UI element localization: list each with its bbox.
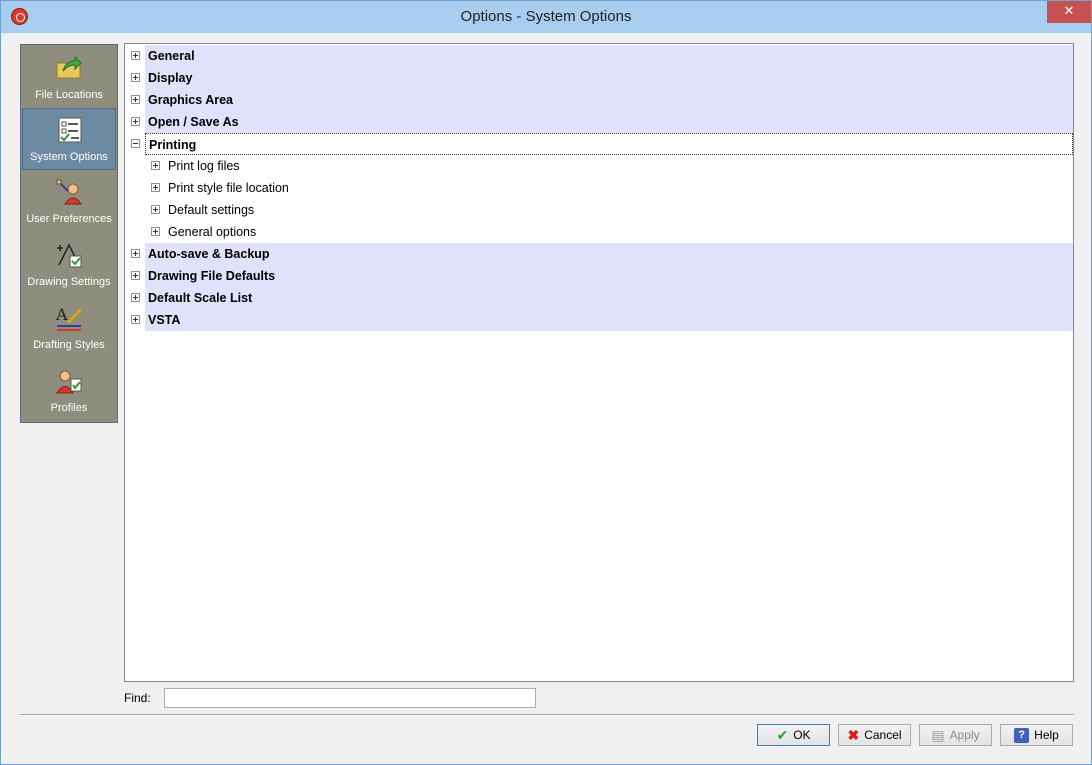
drafting-styles-icon: A — [55, 305, 83, 331]
ok-button[interactable]: ✔ OK — [757, 724, 830, 746]
separator — [20, 714, 1074, 716]
sidebar-item-system-options[interactable]: System Options — [22, 108, 116, 170]
tree-node-print-log-files[interactable]: Print log files — [165, 155, 565, 177]
profiles-icon — [56, 370, 82, 394]
sidebar-item-label: System Options — [30, 151, 108, 163]
collapse-icon[interactable] — [131, 139, 140, 148]
sidebar-item-file-locations[interactable]: File Locations — [22, 47, 116, 109]
tree-node-open-save-as[interactable]: Open / Save As — [145, 111, 1073, 133]
find-label: Find: — [124, 691, 151, 705]
user-preferences-icon — [56, 179, 82, 205]
ok-label: OK — [793, 728, 811, 742]
expand-icon[interactable] — [131, 315, 140, 324]
expand-icon[interactable] — [131, 249, 140, 258]
tree-node-default-scale-list[interactable]: Default Scale List — [145, 287, 1073, 309]
expand-icon[interactable] — [151, 183, 160, 192]
expand-icon[interactable] — [131, 73, 140, 82]
sidebar-item-label: Drawing Settings — [27, 276, 111, 288]
tree-node-general[interactable]: General — [145, 45, 1073, 67]
sidebar-item-drawing-settings[interactable]: Drawing Settings — [22, 234, 116, 296]
help-label: Help — [1034, 728, 1059, 742]
close-button[interactable]: ✕ — [1047, 1, 1091, 23]
expand-icon[interactable] — [131, 293, 140, 302]
options-category-sidebar: File Locations System Options User Prefe… — [20, 44, 118, 423]
expand-icon[interactable] — [131, 271, 140, 280]
sidebar-item-label: Drafting Styles — [33, 339, 105, 351]
cancel-button[interactable]: ✖ Cancel — [838, 724, 911, 746]
expand-icon[interactable] — [131, 51, 140, 60]
expand-icon[interactable] — [131, 95, 140, 104]
window-title: Options - System Options — [460, 8, 632, 25]
drawing-settings-icon — [57, 243, 82, 268]
tree-node-auto-save-backup[interactable]: Auto-save & Backup — [145, 243, 1073, 265]
expand-icon[interactable] — [151, 205, 160, 214]
checklist-icon — [58, 117, 82, 143]
apply-label: Apply — [949, 728, 980, 742]
tree-node-printing[interactable]: Printing — [145, 133, 1073, 155]
cancel-label: Cancel — [864, 728, 902, 742]
sidebar-item-label: Profiles — [50, 402, 88, 414]
checkmark-icon: ✔ — [776, 727, 789, 743]
find-input[interactable] — [164, 688, 536, 708]
sidebar-item-profiles[interactable]: Profiles — [22, 360, 116, 422]
tree-node-general-options[interactable]: General options — [165, 221, 565, 243]
sidebar-item-label: User Preferences — [26, 213, 112, 225]
title-bar[interactable]: Options - System Options ✕ — [1, 1, 1091, 33]
tree-node-vsta[interactable]: VSTA — [145, 309, 1073, 331]
sidebar-item-label: File Locations — [35, 89, 103, 101]
tree-node-graphics-area[interactable]: Graphics Area — [145, 89, 1073, 111]
sidebar-item-drafting-styles[interactable]: A Drafting Styles — [22, 297, 116, 359]
expand-icon[interactable] — [151, 227, 160, 236]
tree-node-drawing-file-defaults[interactable]: Drawing File Defaults — [145, 265, 1073, 287]
tree-node-display[interactable]: Display — [145, 67, 1073, 89]
tree-node-default-settings[interactable]: Default settings — [165, 199, 565, 221]
help-button[interactable]: ? Help — [1000, 724, 1073, 746]
help-icon: ? — [1014, 727, 1030, 743]
apply-button[interactable]: ▤ Apply — [919, 724, 992, 746]
folder-arrow-icon — [56, 55, 82, 79]
tree-node-print-style-file-location[interactable]: Print style file location — [165, 177, 565, 199]
svg-text:A: A — [55, 305, 68, 324]
options-window: Options - System Options ✕ File Location… — [0, 0, 1092, 765]
sidebar-item-user-preferences[interactable]: User Preferences — [22, 171, 116, 233]
expand-icon[interactable] — [131, 117, 140, 126]
apply-icon: ▤ — [931, 727, 945, 743]
close-x-icon: ✖ — [847, 727, 860, 743]
options-tree[interactable]: General Display Graphics Area Open / Sav… — [124, 43, 1074, 682]
expand-icon[interactable] — [151, 161, 160, 170]
